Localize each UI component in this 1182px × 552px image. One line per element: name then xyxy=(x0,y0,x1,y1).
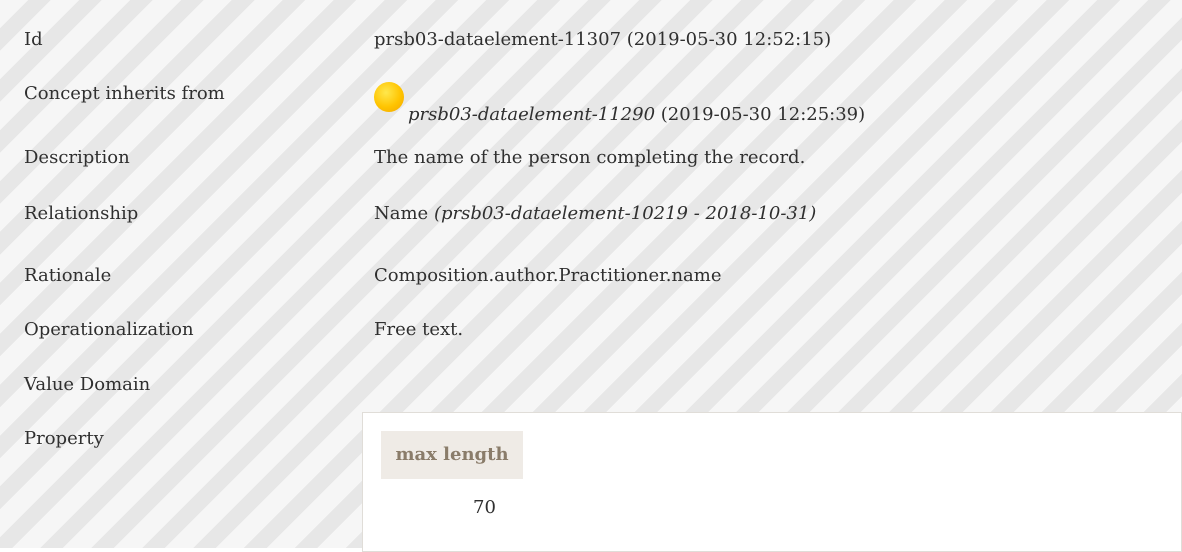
row-value: Free text. xyxy=(374,319,464,340)
row-value: prsb03-dataelement-11290 (2019-05-30 12:… xyxy=(374,82,866,127)
relationship-name: Name xyxy=(374,203,434,224)
row-label: Description xyxy=(24,147,130,168)
row-label: Property xyxy=(24,428,104,449)
row-value: The name of the person completing the re… xyxy=(374,147,806,168)
status-dot-icon xyxy=(374,82,404,112)
row-value: Name (prsb03-dataelement-10219 - 2018-10… xyxy=(374,202,816,226)
row-label: Value Domain xyxy=(24,374,151,395)
concept-detail-table: Id prsb03-dataelement-11307 (2019-05-30 … xyxy=(0,0,1182,552)
inherits-date: (2019-05-30 12:25:39) xyxy=(655,104,866,125)
row-label: Operationalization xyxy=(24,319,194,340)
row-label: Concept inherits from xyxy=(24,83,225,104)
row-label: Relationship xyxy=(24,203,139,224)
row-label: Id xyxy=(24,29,43,50)
relationship-ref: (prsb03-dataelement-10219 - 2018-10-31) xyxy=(433,203,817,224)
property-table: max length 70 xyxy=(362,412,1182,552)
inherits-link[interactable]: prsb03-dataelement-11290 xyxy=(408,104,655,125)
row-value: Composition.author.Practitioner.name xyxy=(374,265,722,286)
max-length-value: 70 xyxy=(473,497,496,518)
row-value: prsb03-dataelement-11307 (2019-05-30 12:… xyxy=(374,29,832,50)
row-label: Rationale xyxy=(24,265,112,286)
max-length-header: max length xyxy=(381,431,523,479)
